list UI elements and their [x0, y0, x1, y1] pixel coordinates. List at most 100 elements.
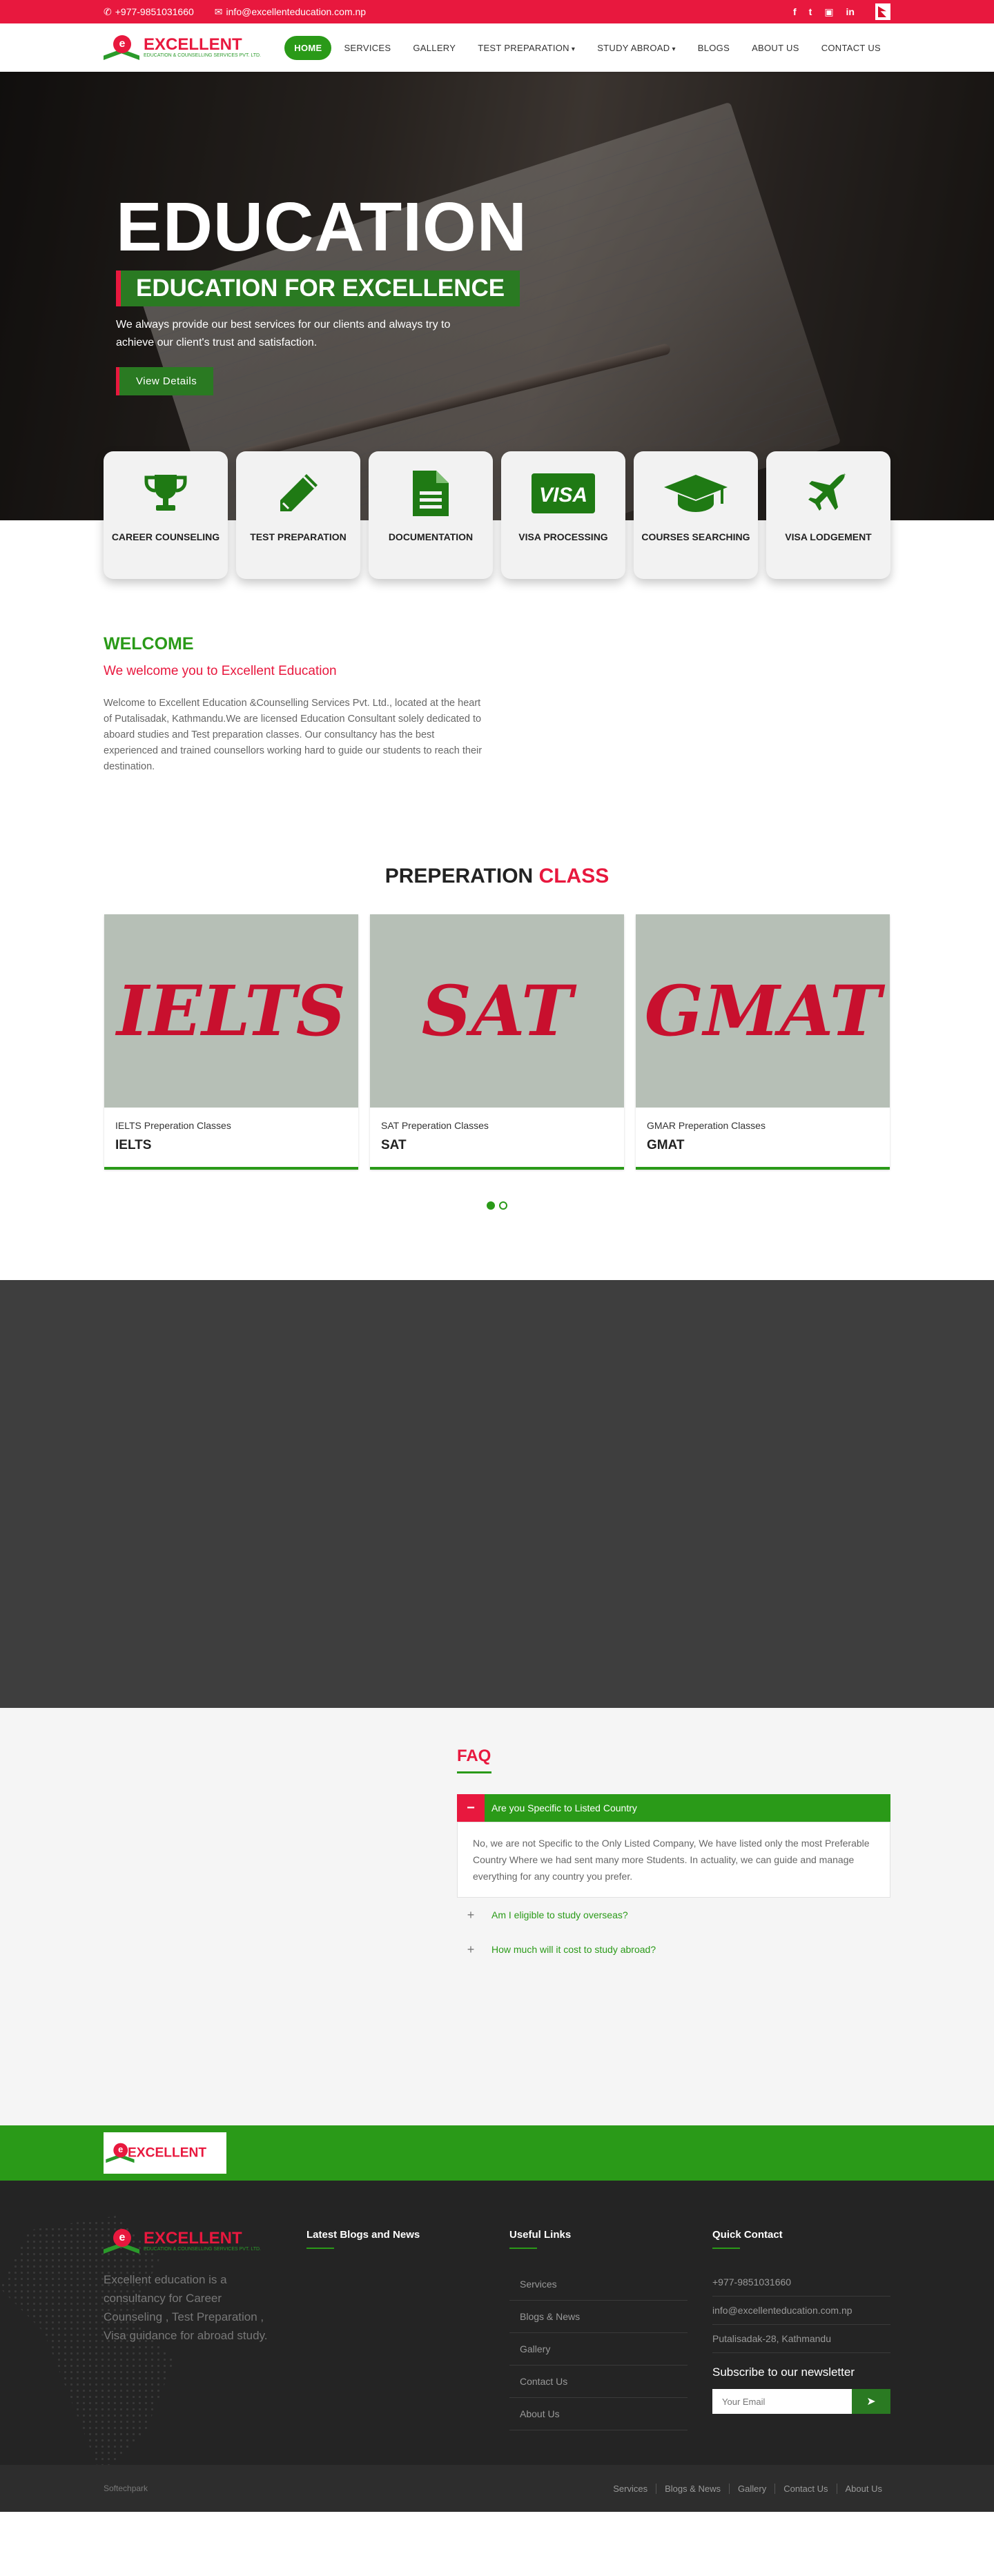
footer-phone: +977-9851031660 — [712, 2268, 890, 2297]
footer-link-blogs-news[interactable]: Blogs & News — [509, 2301, 688, 2333]
footer-useful-links: Useful Links Services Blogs & News Galle… — [509, 2229, 688, 2430]
email-contact[interactable]: ✉ info@excellenteducation.com.np — [215, 6, 366, 18]
footer-about-text: Excellent education is a consultancy for… — [104, 2273, 268, 2342]
prep-card-title: IELTS — [115, 1138, 152, 1152]
send-icon: ➤ — [866, 2396, 876, 2408]
facebook-icon[interactable]: f — [793, 6, 797, 17]
footer-email: info@excellenteducation.com.np — [712, 2297, 890, 2325]
bottom-link-about-us[interactable]: About Us — [836, 2483, 890, 2494]
hero-title: EDUCATION — [116, 188, 528, 266]
site-logo[interactable]: e EXCELLENT EDUCATION & COUNSELLING SERV… — [104, 35, 269, 60]
nav-blogs[interactable]: BLOGS — [688, 36, 739, 60]
faq-question-open[interactable]: − Are you Specific to Listed Country — [457, 1794, 890, 1822]
welcome-text: Welcome to Excellent Education &Counsell… — [104, 698, 483, 772]
instagram-icon[interactable]: ▣ — [824, 6, 833, 18]
service-label: CAREER COUNSELING — [111, 531, 220, 542]
carousel-dots — [104, 1201, 890, 1210]
prep-carousel: IELTS IELTS Preperation Classes IELTS SA… — [104, 914, 890, 1170]
service-card-career-counseling[interactable]: CAREER COUNSELING — [104, 451, 228, 579]
graduation-cap-icon — [634, 469, 758, 518]
service-card-courses-searching[interactable]: COURSES SEARCHING — [634, 451, 758, 579]
main-nav: HOME SERVICES GALLERY TEST PREPARATION ▾ … — [284, 35, 890, 60]
faq-title: FAQ — [457, 1747, 890, 1780]
preparation-class-section: PREPERATION CLASS IELTS IELTS Preperatio… — [0, 816, 994, 1244]
footer: e EXCELLENT EDUCATION & COUNSELLING SERV… — [0, 2181, 994, 2465]
plus-icon: + — [467, 1942, 475, 1956]
footer-link-about-us[interactable]: About Us — [509, 2398, 688, 2430]
envelope-icon: ✉ — [214, 6, 223, 17]
nav-gallery[interactable]: GALLERY — [403, 36, 465, 60]
twitter-icon[interactable]: t — [809, 6, 812, 17]
logo-mark-icon: e — [104, 2229, 139, 2254]
plus-icon: + — [467, 1907, 475, 1922]
carousel-dot[interactable] — [499, 1201, 507, 1210]
footer-link-contact-us[interactable]: Contact Us — [509, 2366, 688, 2398]
visa-card-icon: VISA — [501, 469, 625, 518]
minus-icon: − — [457, 1794, 485, 1822]
newsletter-form: ➤ — [712, 2389, 890, 2414]
logo-tagline: EDUCATION & COUNSELLING SERVICES PVT. LT… — [144, 53, 261, 58]
footer-link-services[interactable]: Services — [509, 2268, 688, 2301]
bottom-link-services[interactable]: Services — [605, 2484, 656, 2494]
faq-item[interactable]: + Am I eligible to study overseas? — [457, 1898, 890, 1932]
linkedin-icon[interactable]: in — [846, 6, 855, 17]
footer-links-title: Useful Links — [509, 2229, 688, 2257]
prep-card-ielts[interactable]: IELTS IELTS Preperation Classes IELTS — [104, 914, 358, 1170]
faq-item[interactable]: + How much will it cost to study abroad? — [457, 1932, 890, 1967]
footer-contact-title: Quick Contact — [712, 2229, 890, 2257]
bottom-links: Services Blogs & News Gallery Contact Us… — [605, 2483, 890, 2494]
bottom-link-gallery[interactable]: Gallery — [729, 2483, 774, 2494]
bottom-link-blogs-news[interactable]: Blogs & News — [656, 2483, 729, 2494]
bottom-link-contact-us[interactable]: Contact Us — [774, 2483, 836, 2494]
nav-home[interactable]: HOME — [284, 35, 332, 60]
nepal-flag-icon — [875, 3, 890, 20]
prep-card-title: GMAT — [647, 1138, 685, 1152]
service-card-test-preparation[interactable]: TEST PREPARATION — [236, 451, 360, 579]
prep-card-sat[interactable]: SAT SAT Preperation Classes SAT — [370, 914, 624, 1170]
nav-test-preparation[interactable]: TEST PREPARATION ▾ — [468, 36, 585, 60]
newsletter-submit-button[interactable]: ➤ — [852, 2389, 890, 2414]
services-cards: CAREER COUNSELING TEST PREPARATION DOCUM… — [0, 451, 994, 579]
service-label: COURSES SEARCHING — [641, 531, 750, 542]
view-details-button[interactable]: View Details — [116, 367, 214, 395]
phone-icon: ✆ — [104, 6, 112, 17]
strip-logo[interactable]: e EXCELLENT — [104, 2132, 226, 2174]
logo-name: EXCELLENT — [144, 35, 242, 54]
logo-mark-icon: e — [106, 2143, 135, 2163]
brand-strip: e EXCELLENT — [0, 2125, 994, 2181]
faq-section: FAQ − Are you Specific to Listed Country… — [0, 1708, 994, 2125]
nav-contact-us[interactable]: CONTACT US — [812, 36, 890, 60]
service-card-visa-lodgement[interactable]: VISA LODGEMENT — [766, 451, 890, 579]
ielts-image: IELTS — [104, 914, 358, 1108]
newsletter-email-input[interactable] — [712, 2389, 852, 2414]
faq-item-open: − Are you Specific to Listed Country No,… — [457, 1794, 890, 1898]
service-label: TEST PREPARATION — [250, 531, 347, 542]
nav-services[interactable]: SERVICES — [334, 36, 400, 60]
main-navbar: e EXCELLENT EDUCATION & COUNSELLING SERV… — [0, 23, 994, 72]
carousel-dot[interactable] — [487, 1201, 495, 1210]
welcome-section: WELCOME We welcome you to Excellent Educ… — [0, 579, 994, 816]
chevron-down-icon: ▾ — [571, 45, 576, 53]
footer-quick-contact: Quick Contact +977-9851031660 info@excel… — [712, 2229, 890, 2430]
service-label: VISA LODGEMENT — [785, 531, 872, 542]
footer-about: e EXCELLENT EDUCATION & COUNSELLING SERV… — [104, 2229, 282, 2430]
chevron-down-icon: ▾ — [672, 45, 676, 53]
footer-address: Putalisadak-28, Kathmandu — [712, 2325, 890, 2353]
prep-card-caption: IELTS Preperation Classes — [115, 1120, 231, 1131]
hero-text: We always provide our best services for … — [116, 319, 451, 348]
phone-contact[interactable]: ✆ +977-9851031660 — [104, 6, 194, 18]
pencil-icon — [236, 469, 360, 518]
service-card-visa-processing[interactable]: VISA VISA PROCESSING — [501, 451, 625, 579]
trophy-icon — [104, 469, 228, 518]
copyright-text[interactable]: Softechpark — [104, 2484, 148, 2493]
service-card-documentation[interactable]: DOCUMENTATION — [369, 451, 493, 579]
footer-logo[interactable]: e EXCELLENT EDUCATION & COUNSELLING SERV… — [104, 2229, 269, 2254]
nav-about-us[interactable]: ABOUT US — [742, 36, 809, 60]
document-icon — [369, 469, 493, 518]
prep-card-gmat[interactable]: GMAT GMAR Preperation Classes GMAT — [636, 914, 890, 1170]
service-label: VISA PROCESSING — [518, 531, 608, 542]
prep-card-caption: GMAR Preperation Classes — [647, 1120, 766, 1131]
footer-link-gallery[interactable]: Gallery — [509, 2333, 688, 2366]
bottom-bar: Softechpark Services Blogs & News Galler… — [0, 2465, 994, 2512]
nav-study-abroad[interactable]: STUDY ABROAD ▾ — [587, 36, 685, 60]
